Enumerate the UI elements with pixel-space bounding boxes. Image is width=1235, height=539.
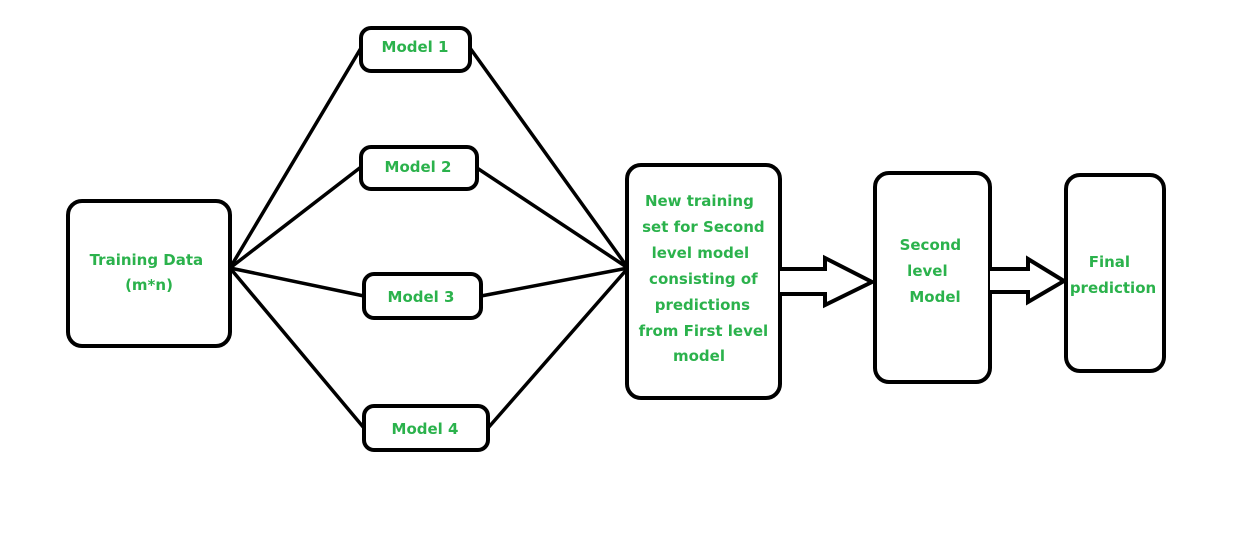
model-3-node: Model 3 <box>362 272 483 320</box>
model-3-label: Model 3 <box>388 288 455 306</box>
model-1-node: Model 1 <box>359 26 472 73</box>
second-level-model-node: Second level Model <box>873 171 992 384</box>
model-2-node: Model 2 <box>359 145 479 191</box>
final-prediction-box <box>1064 173 1166 373</box>
training-data-box <box>66 199 232 348</box>
model-2-label: Model 2 <box>385 158 452 176</box>
model-1-label: Model 1 <box>382 38 449 56</box>
stacking-diagram: Training Data (m*n) Model 1 Model 2 Mode… <box>0 0 1235 539</box>
new-training-set-node: New training set for Second level model … <box>625 163 782 400</box>
training-data-node: Training Data (m*n) <box>66 199 232 348</box>
final-prediction-node: Final prediction <box>1064 173 1166 373</box>
new-training-set-label: New training set for Second level model … <box>639 192 774 365</box>
model-4-node: Model 4 <box>362 404 490 452</box>
model-4-label: Model 4 <box>392 420 459 438</box>
